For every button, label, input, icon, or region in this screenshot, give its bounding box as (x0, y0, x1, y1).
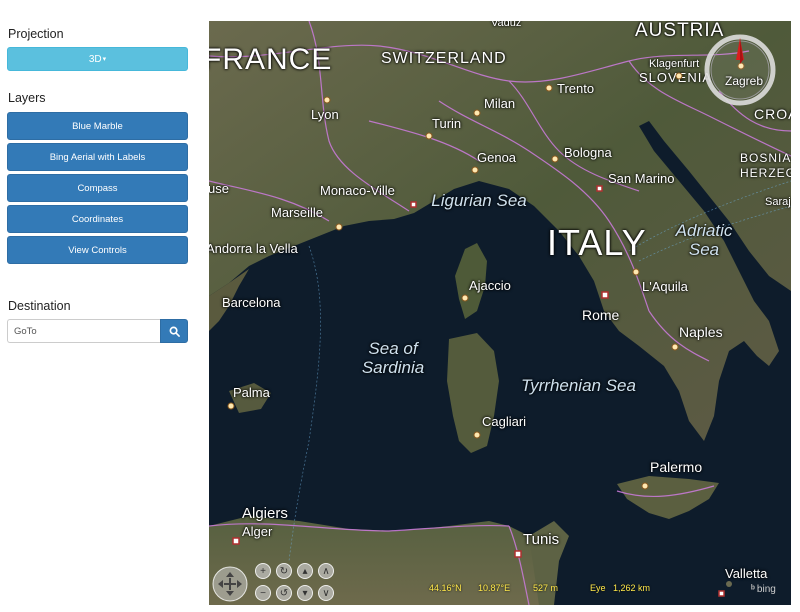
tilt-down-icon[interactable]: ▾ (297, 585, 313, 601)
city-label-rome: Rome (582, 307, 620, 323)
projection-dropdown[interactable]: 3D ▾ (7, 47, 188, 71)
city-label-palermo: Palermo (650, 459, 703, 475)
layer-button-compass[interactable]: Compass (7, 174, 188, 202)
sea-label-ligurian: Ligurian Sea (431, 191, 527, 210)
city-label-san-marino: San Marino (608, 171, 675, 186)
country-label-switzerland: SWITZERLAND (381, 50, 507, 67)
bing-attribution: ᵇ bing (751, 584, 776, 595)
city-label-turin: Turin (432, 116, 462, 131)
city-label-andorra: Andorra la Vella (209, 241, 298, 256)
country-label-croatia: CROATIA (754, 106, 791, 122)
rotate-ccw-icon[interactable]: ↺ (276, 585, 292, 601)
city-label-alger: Alger (242, 524, 273, 539)
city-label-cagliari: Cagliari (482, 414, 527, 429)
exaggerate-down-icon[interactable]: ∨ (318, 585, 334, 601)
sea-label-tyrrhenian: Tyrrhenian Sea (521, 376, 636, 395)
city-label-klagenfurt: Klagenfurt (649, 58, 700, 70)
city-label-ajaccio: Ajaccio (469, 278, 511, 293)
city-label-milan: Milan (484, 96, 516, 111)
city-label-valletta: Valletta (725, 566, 768, 581)
layer-button-bing-aerial[interactable]: Bing Aerial with Labels (7, 143, 188, 171)
caret-down-icon: ▾ (102, 56, 107, 63)
city-label-bologna: Bologna (564, 145, 612, 160)
status-eye-label: Eye (590, 583, 606, 593)
city-label-monaco-ville: Monaco-Ville (320, 183, 395, 198)
globe-map[interactable]: FRANCE SWITZERLAND AUSTRIA SLOVENIA CROA… (209, 21, 791, 605)
layers-title: Layers (8, 91, 46, 105)
country-label-bosnia: BOSNIA HERZEGO (740, 151, 791, 180)
city-label-saraj: Saraj (765, 196, 791, 208)
tilt-up-icon[interactable]: ▴ (297, 563, 313, 579)
compass-icon[interactable] (704, 34, 776, 106)
search-icon (169, 326, 180, 337)
status-eye-value: 1,262 km (613, 583, 651, 593)
zoom-in-icon[interactable]: + (255, 563, 271, 579)
layer-button-coordinates[interactable]: Coordinates (7, 205, 188, 233)
city-label-palma: Palma (233, 385, 270, 400)
goto-group: GoTo (7, 319, 188, 343)
country-label-italy: ITALY (547, 222, 647, 263)
goto-button[interactable] (160, 319, 188, 343)
destination-title: Destination (8, 299, 71, 313)
bing-attribution-text: bing (756, 584, 776, 595)
city-label-vaduz: Vaduz (491, 21, 522, 29)
sidebar: Projection 3D ▾ Layers Blue Marble Bing A… (0, 0, 196, 612)
city-label-tunis: Tunis (523, 531, 560, 548)
status-altitude: 527 m (533, 583, 559, 593)
city-label-naples: Naples (679, 324, 723, 340)
exaggerate-up-icon[interactable]: ∧ (318, 563, 334, 579)
sea-label-sardinia: Sea of Sardinia (361, 339, 425, 377)
projection-title: Projection (8, 27, 64, 41)
city-label-trento: Trento (557, 81, 595, 96)
pan-control-icon[interactable] (212, 566, 248, 602)
city-label-barcelona: Barcelona (222, 295, 281, 310)
city-label-marseille: Marseille (271, 205, 324, 220)
city-label-laquila: L'Aquila (642, 279, 688, 294)
status-latitude: 44.16°N (429, 583, 462, 593)
country-label-france: FRANCE (209, 43, 333, 76)
city-label-use: use (209, 181, 229, 196)
rotate-cw-icon[interactable]: ↻ (276, 563, 292, 579)
goto-input[interactable]: GoTo (7, 319, 160, 343)
country-label-slovenia: SLOVENIA (639, 70, 713, 85)
zoom-out-icon[interactable]: − (255, 585, 271, 601)
sea-label-adriatic: Adriatic Sea (675, 221, 733, 259)
city-label-lyon: Lyon (311, 107, 339, 122)
projection-value: 3D (88, 53, 102, 65)
layer-button-view-controls[interactable]: View Controls (7, 236, 188, 264)
city-label-algiers: Algiers (242, 505, 288, 522)
city-label-genoa: Genoa (477, 150, 517, 165)
layer-button-blue-marble[interactable]: Blue Marble (7, 112, 188, 140)
bing-logo-icon: ᵇ (751, 584, 755, 595)
status-longitude: 10.87°E (478, 583, 511, 593)
